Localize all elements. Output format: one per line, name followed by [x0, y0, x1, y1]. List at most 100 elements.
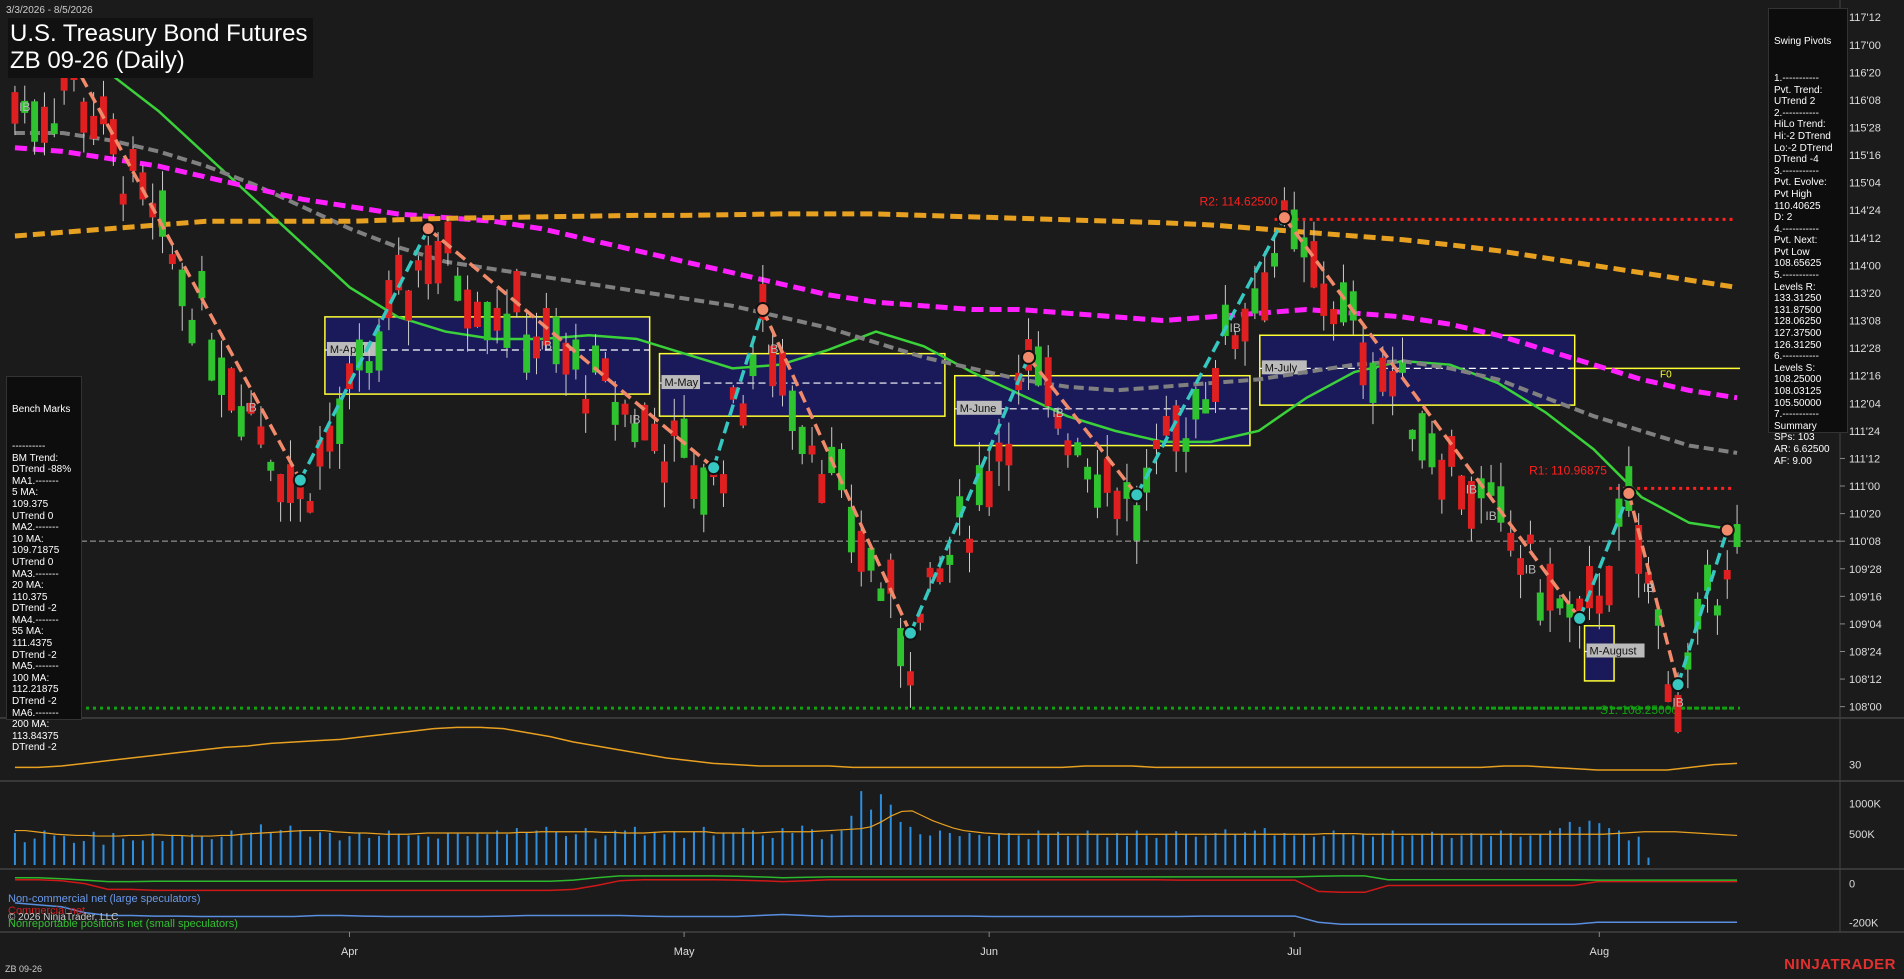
- bench-marks-line: 109.71875: [12, 545, 60, 557]
- candle-body: [700, 467, 708, 515]
- bench-marks-line: DTrend -2: [12, 603, 57, 615]
- moving-average-line: [14, 50, 1738, 532]
- candle-body: [1369, 362, 1377, 403]
- x-tick-label: May: [674, 946, 695, 958]
- y-tick-label: 0: [1849, 879, 1855, 891]
- candle-body: [1438, 459, 1446, 500]
- date-range: 3/3/2026 - 8/5/2026: [6, 5, 93, 16]
- bench-marks-lines: ---------- BM Trend: DTrend -88% MA1.------…: [12, 441, 76, 754]
- level-label: R2: 114.62500: [1200, 194, 1278, 208]
- bench-marks-panel: Bench Marks ---------- BM Trend: DTrend -8…: [6, 376, 82, 753]
- candle-body: [375, 331, 383, 371]
- swing-pivots-line: 6.-----------: [1774, 351, 1819, 363]
- candle-body: [877, 588, 885, 601]
- candle-body: [237, 406, 245, 437]
- candle-body: [651, 423, 659, 452]
- instrument-name: U.S. Treasury Bond Futures: [10, 20, 308, 47]
- swing-pivots-line: 127.37500: [1774, 328, 1822, 340]
- bench-marks-line: DTrend -2: [12, 649, 57, 661]
- candle-body: [1261, 272, 1269, 321]
- candle-body: [40, 106, 48, 143]
- bench-marks-line: 113.84375: [12, 730, 59, 742]
- candle-body: [267, 461, 275, 471]
- y-tick-label: 116'20: [1849, 67, 1881, 79]
- candle-body: [1399, 362, 1406, 373]
- candle-body: [257, 426, 265, 445]
- candle-body: [1241, 308, 1249, 342]
- bench-marks-line: DTrend -2: [12, 696, 57, 708]
- swing-pivots-title: Swing Pivots: [1774, 36, 1832, 48]
- candle-body: [1133, 505, 1141, 541]
- candle-body: [80, 101, 88, 133]
- swing-pivots-line: 133.31250: [1774, 293, 1822, 305]
- candle-body: [109, 119, 117, 155]
- candle-body: [119, 193, 127, 205]
- candle-body: [847, 506, 855, 553]
- candle-body: [749, 354, 757, 377]
- legend-nonreportable: Nonreportable positions net (small specu…: [8, 918, 238, 930]
- candle-body: [926, 567, 934, 578]
- candle-body: [739, 403, 747, 426]
- candle-body: [464, 289, 472, 329]
- swing-pivots-line: 105.50000: [1774, 397, 1822, 409]
- candle-body: [287, 464, 294, 503]
- candle-body: [533, 336, 540, 359]
- y-tick-label: 112'16: [1849, 371, 1881, 383]
- swing-pivots-line: 5.-----------: [1774, 270, 1819, 282]
- candle-body: [1084, 466, 1092, 480]
- y-tick-label: 108'12: [1849, 674, 1882, 686]
- swing-pivots-line: Summary: [1774, 420, 1817, 432]
- ib-label: IB: [1230, 321, 1241, 335]
- y-tick-label: 112'04: [1849, 398, 1881, 410]
- bench-marks-line: 200 MA:: [12, 719, 50, 731]
- candle-body: [1723, 569, 1731, 580]
- bench-marks-line: 100 MA:: [12, 672, 50, 684]
- bench-marks-line: MA1.-------: [12, 475, 59, 487]
- candle-body: [1330, 308, 1338, 325]
- ib-label: IB: [1525, 563, 1536, 577]
- y-tick-label: 110'08: [1849, 536, 1881, 548]
- swing-high-marker: [1021, 349, 1037, 365]
- legend-noncommercial: Non-commercial net (large speculators): [8, 893, 201, 905]
- chart-title: U.S. Treasury Bond Futures ZB 09-26 (Dai…: [8, 18, 314, 78]
- swing-pivots-line: D: 2: [1774, 212, 1793, 224]
- candle-body: [1507, 532, 1515, 551]
- candle-body: [1517, 558, 1525, 575]
- candle-body: [1605, 565, 1613, 606]
- y-tick-label: 109'28: [1849, 564, 1882, 576]
- month-range-box: [658, 352, 946, 417]
- y-tick-label: 113'20: [1849, 288, 1881, 300]
- candle-body: [1202, 399, 1210, 414]
- candle-body: [405, 290, 413, 321]
- candle-body: [601, 358, 609, 382]
- candle-body: [1664, 684, 1672, 703]
- swing-pivots-line: Lo:-2 DTrend: [1774, 142, 1833, 154]
- candle-body: [1310, 241, 1318, 288]
- candle-body: [690, 465, 698, 499]
- swing-pivots-line: 2.-----------: [1774, 107, 1819, 119]
- candle-body: [1713, 605, 1721, 616]
- level-label: R1: 110.96875: [1529, 463, 1607, 477]
- candle-body: [1458, 475, 1465, 510]
- candle-body: [188, 319, 196, 344]
- candle-body: [1359, 342, 1367, 386]
- main-chart[interactable]: 117'12 117'00 116'20 116'08 115'28 115'16 115'…: [0, 0, 1904, 979]
- candle-body: [720, 474, 727, 494]
- candle-body: [454, 275, 462, 301]
- y-tick-label: 30: [1849, 760, 1861, 772]
- swing-pivots-line: 3.-----------: [1774, 165, 1819, 177]
- candle-body: [906, 671, 914, 686]
- ib-label: IB: [1643, 581, 1654, 595]
- candle-body: [365, 361, 373, 373]
- candle-body: [483, 301, 491, 341]
- candle-body: [1113, 490, 1121, 520]
- candle-body: [1271, 253, 1279, 267]
- candle-body: [779, 351, 786, 396]
- candle-body: [1290, 209, 1298, 250]
- ib-label: IB: [245, 400, 256, 414]
- swing-low-marker: [1129, 487, 1145, 503]
- bench-marks-line: MA6.-------: [12, 707, 59, 719]
- candle-body: [1251, 288, 1259, 314]
- candle-body: [680, 418, 688, 458]
- month-label: M-August: [1590, 645, 1637, 657]
